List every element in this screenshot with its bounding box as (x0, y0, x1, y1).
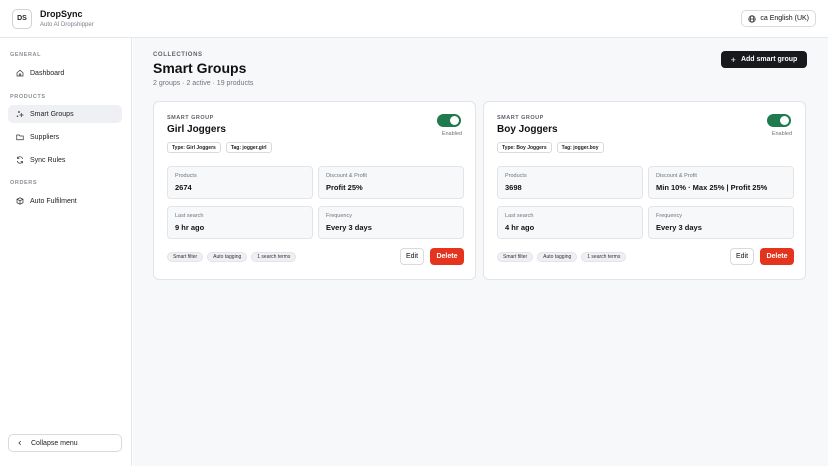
sparkles-icon (16, 111, 24, 117)
chip-auto-tagging: Auto tagging (537, 252, 578, 262)
main-content: COLLECTIONS Smart Groups 2 groups · 2 ac… (133, 38, 828, 466)
nav-section-orders: ORDERS (10, 180, 38, 186)
stat-last-search: Last search 9 hr ago (167, 206, 313, 239)
stat-label: Products (175, 173, 197, 179)
globe-icon (748, 14, 756, 23)
card-title: Girl Joggers (167, 124, 226, 135)
language-prefix: ca (760, 15, 768, 22)
page-title: Smart Groups (153, 60, 247, 76)
smart-group-card-girl-joggers: SMART GROUP Girl Joggers Enabled Type: G… (153, 101, 476, 280)
stat-value: 4 hr ago (505, 223, 535, 232)
add-smart-group-label: Add smart group (740, 56, 798, 63)
stat-value: 3698 (505, 183, 522, 192)
card-title: Boy Joggers (497, 124, 558, 135)
add-smart-group-button[interactable]: + Add smart group (721, 51, 807, 68)
sidebar-item-label: Dashboard (30, 69, 65, 77)
chip-smart-filter: Smart filter (167, 252, 204, 262)
stat-frequency: Frequency Every 3 days (648, 206, 794, 239)
app-name: DropSync (40, 8, 83, 19)
stat-label: Last search (175, 213, 204, 219)
stat-products: Products 3698 (497, 166, 643, 199)
chip-search-terms: 1 search terms (581, 252, 627, 262)
edit-button[interactable]: Edit (400, 248, 424, 265)
enabled-label: Enabled (771, 131, 792, 137)
sidebar-item-auto-fulfilment[interactable]: Auto Fulfilment (8, 192, 122, 210)
delete-button[interactable]: Delete (430, 248, 464, 265)
smart-group-card-boy-joggers: SMART GROUP Boy Joggers Enabled Type: Bo… (483, 101, 806, 280)
sidebar-item-label: Sync Rules (30, 156, 66, 164)
sidebar-item-smart-groups[interactable]: Smart Groups (8, 105, 122, 123)
tag-type: Type: Girl Joggers (167, 142, 221, 153)
stat-products: Products 2674 (167, 166, 313, 199)
enabled-toggle[interactable] (767, 114, 791, 127)
app-logo: DS (12, 8, 32, 29)
card-label: SMART GROUP (497, 115, 544, 121)
card-chips: Smart filter Auto tagging 1 search terms (167, 252, 297, 262)
tag-type: Type: Boy Joggers (497, 142, 552, 153)
language-selector[interactable]: ca English (UK) (741, 10, 816, 27)
stat-discount-profit: Discount & Profit Min 10% · Max 25% | Pr… (648, 166, 794, 199)
toggle-knob (450, 116, 459, 125)
home-icon (16, 69, 24, 77)
sidebar-item-label: Suppliers (30, 133, 60, 141)
stat-value: Every 3 days (326, 223, 372, 232)
stat-label: Products (505, 173, 527, 179)
stat-label: Frequency (656, 213, 682, 219)
stat-value: 9 hr ago (175, 223, 205, 232)
top-header: DS DropSync Auto AI Dropshipper ca Engli… (0, 0, 828, 38)
stat-value: Profit 25% (326, 183, 363, 192)
package-icon (16, 197, 24, 205)
folder-icon (16, 134, 24, 141)
toggle-knob (780, 116, 789, 125)
language-label: English (UK) (769, 15, 809, 22)
breadcrumb: COLLECTIONS (153, 52, 203, 58)
nav-section-products: PRODUCTS (10, 94, 46, 100)
stat-value: Min 10% · Max 25% | Profit 25% (656, 183, 768, 192)
collapse-menu-label: Collapse menu (31, 439, 78, 447)
stat-label: Last search (505, 213, 534, 219)
enabled-toggle[interactable] (437, 114, 461, 127)
card-tags: Type: Girl Joggers Tag: jogger.girl (167, 142, 272, 153)
chip-auto-tagging: Auto tagging (207, 252, 248, 262)
enabled-label: Enabled (441, 131, 462, 137)
app-tagline: Auto AI Dropshipper (40, 21, 94, 28)
sidebar: GENERAL Dashboard PRODUCTS Smart Groups … (0, 38, 132, 466)
sidebar-item-label: Auto Fulfilment (30, 197, 77, 205)
stat-label: Discount & Profit (656, 173, 697, 179)
brand: DropSync Auto AI Dropshipper (40, 9, 94, 29)
chip-smart-filter: Smart filter (497, 252, 534, 262)
sidebar-item-label: Smart Groups (30, 110, 74, 118)
sidebar-item-sync-rules[interactable]: Sync Rules (8, 151, 122, 169)
stat-value: Every 3 days (656, 223, 702, 232)
tag-tag: Tag: jogger.boy (556, 142, 604, 153)
collapse-menu-button[interactable]: Collapse menu (8, 434, 122, 452)
stat-discount-profit: Discount & Profit Profit 25% (318, 166, 464, 199)
refresh-icon (16, 156, 24, 164)
edit-button[interactable]: Edit (730, 248, 754, 265)
card-label: SMART GROUP (167, 115, 214, 121)
card-tags: Type: Boy Joggers Tag: jogger.boy (497, 142, 604, 153)
page-summary: 2 groups · 2 active · 19 products (153, 80, 254, 87)
nav-section-general: GENERAL (10, 52, 42, 58)
sidebar-item-dashboard[interactable]: Dashboard (8, 64, 122, 82)
stat-value: 2674 (175, 183, 192, 192)
plus-icon: + (730, 54, 736, 65)
tag-tag: Tag: jogger.girl (225, 142, 272, 153)
card-chips: Smart filter Auto tagging 1 search terms (497, 252, 627, 262)
chip-search-terms: 1 search terms (251, 252, 297, 262)
delete-button[interactable]: Delete (760, 248, 794, 265)
chevron-left-icon (18, 440, 22, 446)
stat-label: Discount & Profit (326, 173, 367, 179)
stat-last-search: Last search 4 hr ago (497, 206, 643, 239)
stat-label: Frequency (326, 213, 352, 219)
sidebar-item-suppliers[interactable]: Suppliers (8, 128, 122, 146)
stat-frequency: Frequency Every 3 days (318, 206, 464, 239)
